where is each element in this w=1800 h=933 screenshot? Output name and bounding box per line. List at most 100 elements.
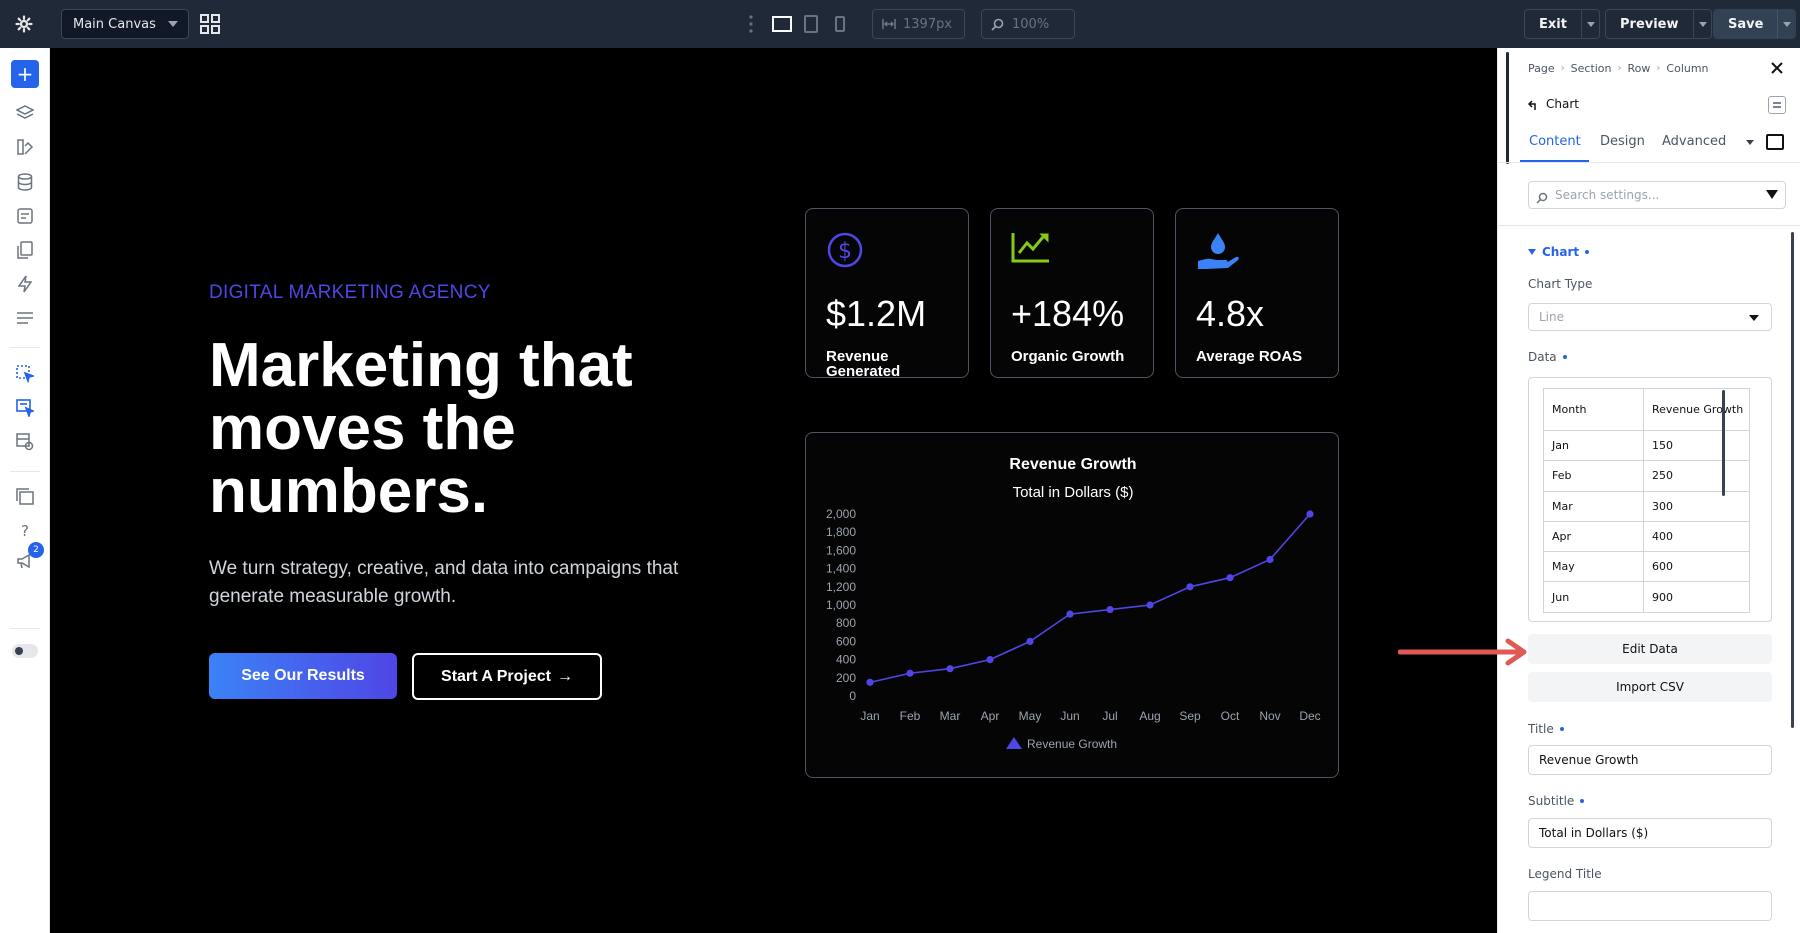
data-table-container[interactable]: Month Revenue Growth Jan 150 Feb 250 Mar 30… (1528, 377, 1772, 622)
database-icon[interactable] (14, 171, 36, 193)
chevron-down-icon[interactable] (1746, 140, 1754, 145)
y-tick-label: 1,400 (826, 562, 856, 576)
stat-label: Organic Growth (1011, 348, 1125, 365)
chart-card[interactable]: Revenue Growth Total in Dollars ($) 0 200 40… (805, 432, 1339, 778)
y-tick-label: 600 (836, 634, 856, 648)
table-row[interactable]: Jan 150 (1543, 429, 1750, 462)
table-cell: 300 (1643, 490, 1750, 522)
edit-data-button[interactable]: Edit Data (1528, 634, 1772, 664)
question-icon[interactable]: ? (14, 520, 36, 542)
data-point (946, 665, 954, 673)
y-tick-label: 1,000 (826, 598, 856, 612)
table-row[interactable]: Feb 250 (1543, 460, 1750, 492)
x-tick-label: Jan (860, 709, 879, 723)
title-input[interactable]: Revenue Growth (1528, 745, 1772, 775)
table-cell: 250 (1643, 460, 1750, 492)
tablet-view-icon[interactable] (800, 14, 822, 34)
mode-toggle[interactable] (12, 644, 38, 658)
modified-dot (1585, 250, 1590, 254)
x-tick-label: Sep (1179, 709, 1201, 723)
legend-title-label: Legend Title (1528, 867, 1602, 881)
arrow-right-icon: → (556, 667, 573, 685)
stat-card-roas[interactable]: 4.8x Average ROAS (1175, 208, 1339, 378)
preview-dropdown-toggle[interactable] (1692, 10, 1711, 38)
chevron-down-icon (1528, 249, 1536, 255)
breadcrumb-page[interactable]: Page (1528, 62, 1555, 75)
chevron-right-icon: › (1617, 63, 1622, 74)
layers-icon[interactable] (14, 102, 36, 124)
pages-icon[interactable] (14, 239, 36, 261)
start-project-button[interactable]: Start A Project → (412, 653, 602, 700)
phone-view-icon[interactable] (829, 14, 851, 34)
panel-resize-handle[interactable] (1506, 52, 1509, 164)
table-header-revenue: Revenue Growth (1643, 388, 1750, 431)
select-tool-icon[interactable] (14, 363, 36, 385)
lightning-icon[interactable] (14, 273, 36, 295)
data-point (986, 656, 994, 664)
save-dropdown-toggle[interactable] (1777, 10, 1795, 38)
tabs-divider (1498, 162, 1800, 163)
see-results-button[interactable]: See Our Results (209, 653, 397, 699)
back-arrow-icon[interactable] (1527, 96, 1540, 110)
canvas-width-field[interactable]: 1397px (872, 9, 965, 39)
stat-card-organic[interactable]: +184% Organic Growth (990, 208, 1154, 378)
panel-scrollbar[interactable] (1791, 232, 1794, 728)
more-vertical-icon[interactable] (748, 14, 754, 34)
search-icon (1536, 189, 1548, 204)
table-scrollbar[interactable] (1722, 390, 1725, 496)
table-row[interactable]: Jun 900 (1543, 581, 1750, 613)
data-label: Data (1528, 350, 1567, 364)
tab-advanced[interactable]: Advanced (1662, 134, 1726, 149)
plus-icon: + (16, 62, 34, 86)
import-csv-button[interactable]: Import CSV (1528, 672, 1772, 702)
tab-content[interactable]: Content (1529, 134, 1581, 149)
desktop-view-icon[interactable] (771, 14, 793, 34)
x-tick-label: Dec (1299, 709, 1320, 723)
search-settings-input[interactable]: Search settings... (1528, 181, 1786, 209)
zoom-field[interactable]: 100% (981, 9, 1075, 39)
stacked-windows-icon[interactable] (14, 486, 36, 508)
stat-card-revenue[interactable]: $ $1.2M Revenue Generated (805, 208, 969, 380)
table-cell: Jun (1543, 581, 1644, 613)
gear-icon[interactable] (10, 10, 38, 38)
table-row[interactable]: Apr 400 (1543, 520, 1750, 553)
tab-design[interactable]: Design (1600, 134, 1645, 149)
subtitle-input[interactable]: Total in Dollars ($) (1528, 818, 1772, 848)
close-icon[interactable] (1770, 60, 1786, 76)
chart-group-toggle[interactable]: Chart (1528, 245, 1590, 259)
filter-icon[interactable] (1766, 190, 1778, 199)
x-tick-label: Aug (1139, 709, 1160, 723)
table-cell: 150 (1643, 429, 1750, 462)
preview-button[interactable]: Preview (1605, 9, 1712, 39)
multi-select-icon[interactable] (14, 397, 36, 419)
stat-label: Revenue Generated (826, 348, 901, 380)
grid-icon[interactable] (199, 13, 221, 35)
save-button[interactable]: Save (1713, 9, 1797, 39)
exit-dropdown-toggle[interactable] (1580, 10, 1599, 38)
chevron-down-icon (168, 21, 178, 27)
breadcrumb-row[interactable]: Row (1628, 62, 1651, 75)
y-tick-label: 2,000 (826, 507, 856, 521)
chart-type-select[interactable]: Line (1528, 303, 1772, 331)
form-icon[interactable] (14, 205, 36, 227)
hero-headline: Marketing that moves the numbers. (209, 331, 633, 526)
breadcrumb-section[interactable]: Section (1571, 62, 1612, 75)
zoom-value: 100% (1012, 16, 1050, 32)
layout-settings-icon[interactable] (14, 431, 36, 453)
table-cell: Mar (1543, 490, 1644, 522)
stat-value: 4.8x (1196, 293, 1265, 334)
design-library-icon[interactable] (14, 136, 36, 158)
canvas-select[interactable]: Main Canvas (61, 9, 189, 39)
builder-canvas[interactable]: DIGITAL MARKETING AGENCY Marketing that … (51, 48, 1497, 933)
module-options-icon[interactable] (1768, 96, 1786, 114)
breadcrumb-column[interactable]: Column (1666, 62, 1708, 75)
exit-button[interactable]: Exit (1524, 9, 1600, 39)
add-element-button[interactable]: + (11, 60, 39, 88)
list-settings-icon[interactable] (14, 307, 36, 329)
table-row[interactable]: May 600 (1543, 551, 1750, 583)
subtitle-label-text: Subtitle (1528, 794, 1575, 808)
legend-title-input[interactable] (1528, 891, 1772, 921)
view-mode-icon[interactable] (1766, 134, 1784, 150)
x-tick-label: Mar (940, 709, 961, 723)
table-row[interactable]: Mar 300 (1543, 490, 1750, 522)
